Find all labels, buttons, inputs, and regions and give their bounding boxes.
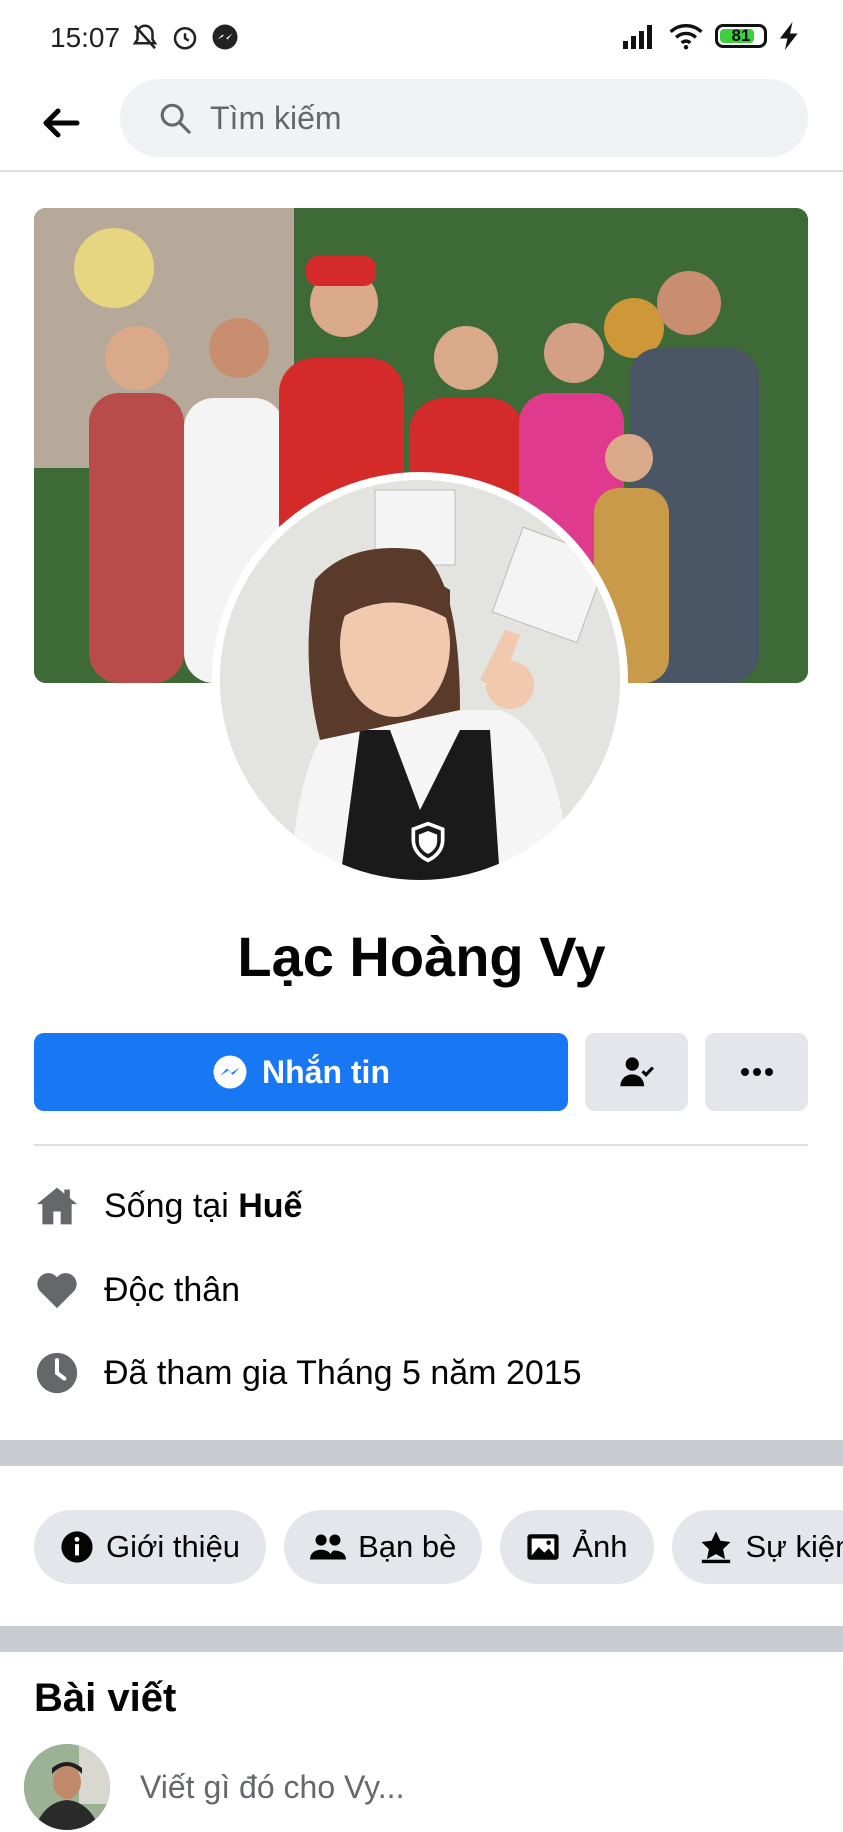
- messenger-icon: [212, 1054, 248, 1090]
- composer-placeholder: Viết gì đó cho Vy...: [140, 1769, 404, 1806]
- tab-photos[interactable]: Ảnh: [500, 1510, 653, 1584]
- heart-icon: [34, 1267, 80, 1313]
- section-separator-2: [0, 1626, 843, 1652]
- info-relationship: Độc thân: [34, 1260, 808, 1320]
- alarm-icon: [170, 22, 200, 52]
- lives-in-city[interactable]: Huế: [238, 1187, 302, 1226]
- section-separator: [0, 1440, 843, 1466]
- profile-name: Lạc Hoàng Vy: [0, 924, 843, 989]
- lives-in-prefix: Sống tại: [104, 1187, 238, 1226]
- more-dots-icon: [740, 1067, 774, 1077]
- top-header: [0, 76, 843, 172]
- battery-icon: 81: [715, 24, 767, 48]
- clock-icon: [34, 1350, 80, 1396]
- profile-guard-shield-icon: [406, 820, 450, 864]
- search-icon: [158, 101, 192, 135]
- star-icon: [698, 1530, 734, 1564]
- arrow-left-icon: [42, 108, 80, 138]
- message-button[interactable]: Nhắn tin: [34, 1033, 568, 1111]
- tab-photos-label: Ảnh: [572, 1529, 627, 1565]
- profile-tabs: Giới thiệu Bạn bè Ảnh Sự kiện: [34, 1510, 843, 1584]
- posts-heading: Bài viết: [34, 1676, 176, 1721]
- tab-about[interactable]: Giới thiệu: [34, 1510, 266, 1584]
- info-lives-in: Sống tại Huế: [34, 1176, 808, 1236]
- status-left-icons: [130, 22, 240, 52]
- section-divider: [34, 1144, 808, 1146]
- profile-actions: Nhắn tin: [34, 1033, 808, 1111]
- tab-events[interactable]: Sự kiện: [672, 1510, 843, 1584]
- tab-friends[interactable]: Bạn bè: [284, 1510, 482, 1584]
- photos-icon: [526, 1531, 560, 1563]
- relationship-text: Độc thân: [104, 1271, 240, 1310]
- signal-icon: [623, 23, 657, 49]
- friends-status-button[interactable]: [585, 1033, 688, 1111]
- tab-friends-label: Bạn bè: [358, 1529, 456, 1565]
- more-options-button[interactable]: [705, 1033, 808, 1111]
- profile-picture[interactable]: [212, 472, 628, 888]
- search-bar[interactable]: [120, 79, 808, 157]
- message-button-label: Nhắn tin: [262, 1054, 390, 1091]
- muted-bell-icon: [130, 22, 160, 52]
- battery-level: 81: [718, 26, 764, 46]
- messenger-notification-icon: [210, 22, 240, 52]
- info-joined: Đã tham gia Tháng 5 năm 2015: [34, 1343, 808, 1403]
- joined-text: Đã tham gia Tháng 5 năm 2015: [104, 1354, 582, 1393]
- tab-events-label: Sự kiện: [746, 1529, 843, 1565]
- tab-about-label: Giới thiệu: [106, 1529, 240, 1565]
- wifi-icon: [669, 22, 703, 50]
- current-user-avatar[interactable]: [24, 1744, 110, 1830]
- back-button[interactable]: [36, 98, 86, 148]
- info-icon: [60, 1530, 94, 1564]
- status-right-icons: 81: [623, 22, 801, 50]
- status-bar: 15:07 81: [0, 0, 843, 76]
- profile-photo-image: [220, 480, 620, 880]
- friends-icon: [310, 1531, 346, 1563]
- avatar-illustration: [24, 1744, 110, 1830]
- search-input[interactable]: [208, 99, 728, 138]
- home-icon: [34, 1183, 80, 1229]
- status-time: 15:07: [50, 22, 120, 54]
- post-composer[interactable]: Viết gì đó cho Vy...: [24, 1742, 824, 1832]
- person-check-icon: [618, 1053, 656, 1091]
- charging-icon: [779, 22, 801, 50]
